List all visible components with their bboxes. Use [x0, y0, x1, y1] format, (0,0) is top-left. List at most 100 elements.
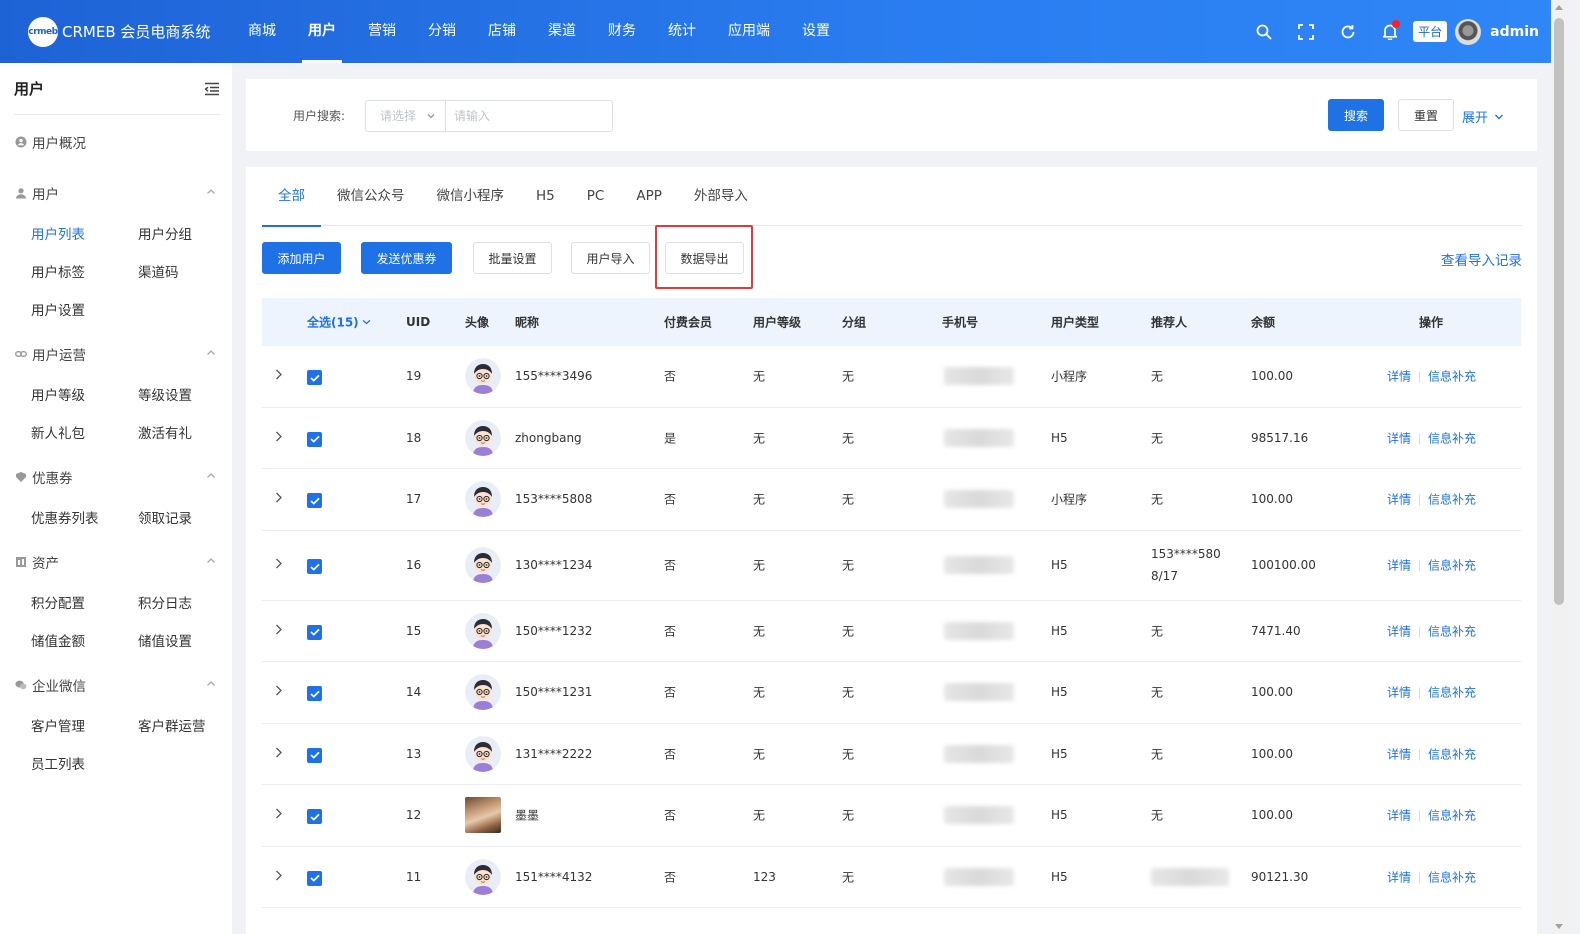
search-button[interactable]: 搜索 — [1328, 99, 1384, 131]
sidebar-item-3-2[interactable]: 储值金额 — [31, 623, 138, 661]
topnav-item-6[interactable]: 财务 — [592, 0, 652, 63]
sidebar-item-1-1[interactable]: 等级设置 — [138, 377, 245, 415]
topnav-item-4[interactable]: 店铺 — [472, 0, 532, 63]
detail-link[interactable]: 详情 — [1387, 493, 1411, 507]
chevron-right-icon[interactable] — [275, 808, 283, 823]
row-checkbox[interactable] — [307, 870, 322, 886]
chevron-right-icon[interactable] — [275, 369, 283, 384]
detail-link[interactable]: 详情 — [1387, 870, 1411, 884]
supplement-info-link[interactable]: 信息补充 — [1428, 559, 1476, 573]
detail-link[interactable]: 详情 — [1387, 624, 1411, 638]
avatar[interactable] — [465, 735, 501, 772]
tab-4[interactable]: PC — [571, 167, 621, 226]
sidebar-item-0-3[interactable]: 渠道码 — [138, 254, 245, 292]
sidebar-item-1-2[interactable]: 新人礼包 — [31, 415, 138, 453]
avatar[interactable] — [465, 612, 501, 649]
sidebar-item-3-1[interactable]: 积分日志 — [138, 585, 245, 623]
supplement-info-link[interactable]: 信息补充 — [1428, 493, 1476, 507]
tab-0[interactable]: 全部 — [262, 167, 321, 227]
view-import-records-link[interactable]: 查看导入记录 — [1441, 249, 1522, 269]
chevron-right-icon[interactable] — [275, 685, 283, 700]
sidebar-item-0-0[interactable]: 用户列表 — [31, 216, 138, 254]
table-row[interactable]: 15 150****1232 否 无 无 H5 无 7471.40 详情 信息补充 — [262, 601, 1521, 662]
tab-6[interactable]: 外部导入 — [678, 167, 764, 226]
admin-avatar[interactable] — [1455, 18, 1482, 45]
sidebar-group-3[interactable]: 资产 — [0, 538, 232, 585]
sidebar-item-4-0[interactable]: 客户管理 — [31, 708, 138, 746]
chevron-up-icon[interactable] — [206, 346, 216, 362]
brand-logo[interactable]: crmeb CRMEB 会员电商系统 — [0, 16, 232, 47]
topnav-item-9[interactable]: 设置 — [786, 0, 846, 63]
sidebar-item-0-1[interactable]: 用户分组 — [138, 216, 245, 254]
chevron-right-icon[interactable] — [275, 746, 283, 761]
chevron-right-icon[interactable] — [275, 558, 283, 573]
supplement-info-link[interactable]: 信息补充 — [1428, 809, 1476, 823]
supplement-info-link[interactable]: 信息补充 — [1428, 747, 1476, 761]
detail-link[interactable]: 详情 — [1387, 747, 1411, 761]
sidebar-group-0[interactable]: 用户 — [0, 169, 232, 216]
supplement-info-link[interactable]: 信息补充 — [1428, 624, 1476, 638]
chevron-up-icon[interactable] — [206, 554, 216, 570]
select-all-dropdown[interactable]: 全选(15) — [307, 314, 371, 331]
chevron-right-icon[interactable] — [275, 869, 283, 884]
chevron-up-icon[interactable] — [206, 677, 216, 693]
topnav-item-3[interactable]: 分销 — [412, 0, 472, 63]
row-checkbox[interactable] — [307, 370, 322, 386]
supplement-info-link[interactable]: 信息补充 — [1428, 370, 1476, 384]
topnav-item-8[interactable]: 应用端 — [712, 0, 786, 63]
expand-filters-link[interactable]: 展开 — [1462, 107, 1504, 126]
scroll-down-arrow[interactable] — [1555, 924, 1563, 929]
sidebar-item-1-3[interactable]: 激活有礼 — [138, 415, 245, 453]
row-checkbox[interactable] — [307, 624, 322, 640]
sidebar-item-overview[interactable]: 用户概况 — [0, 115, 232, 169]
row-checkbox[interactable] — [307, 747, 322, 763]
table-row[interactable]: 12 墨墨 否 无 无 H5 无 100.00 详情 信息补充 — [262, 785, 1521, 847]
topnav-item-5[interactable]: 渠道 — [532, 0, 592, 63]
avatar[interactable] — [465, 674, 501, 711]
sidebar-item-3-0[interactable]: 积分配置 — [31, 585, 138, 623]
topnav-item-2[interactable]: 营销 — [352, 0, 412, 63]
sidebar-item-1-0[interactable]: 用户等级 — [31, 377, 138, 415]
row-checkbox[interactable] — [307, 559, 322, 574]
bell-icon[interactable] — [1369, 12, 1411, 52]
add-user-button[interactable]: 添加用户 — [262, 242, 341, 274]
row-checkbox[interactable] — [307, 809, 322, 825]
sidebar-item-4-2[interactable]: 员工列表 — [31, 746, 138, 784]
page-scrollbar[interactable] — [1551, 0, 1568, 934]
refresh-icon[interactable] — [1327, 12, 1369, 52]
topnav-item-7[interactable]: 统计 — [652, 0, 712, 63]
fullscreen-icon[interactable] — [1285, 12, 1327, 52]
chevron-right-icon[interactable] — [275, 430, 283, 445]
avatar[interactable] — [465, 419, 501, 456]
sidebar-item-2-0[interactable]: 优惠券列表 — [31, 500, 138, 538]
tab-5[interactable]: APP — [620, 167, 678, 226]
sidebar-item-0-2[interactable]: 用户标签 — [31, 254, 138, 292]
topnav-item-1[interactable]: 用户 — [292, 0, 352, 63]
tab-3[interactable]: H5 — [520, 167, 571, 226]
table-row[interactable]: 18 zhongbang 是 无 无 H5 无 98517.16 详情 信息补充 — [262, 408, 1521, 469]
scroll-up-arrow[interactable] — [1555, 5, 1563, 10]
avatar[interactable] — [465, 358, 501, 395]
sidebar-item-3-3[interactable]: 储值设置 — [138, 623, 245, 661]
supplement-info-link[interactable]: 信息补充 — [1428, 870, 1476, 884]
topnav-item-0[interactable]: 商城 — [232, 0, 292, 63]
table-row[interactable]: 11 151****4132 否 123 无 H5 90121.30 详情 信息补充 — [262, 847, 1521, 908]
row-checkbox[interactable] — [307, 431, 322, 447]
chevron-right-icon[interactable] — [275, 492, 283, 507]
supplement-info-link[interactable]: 信息补充 — [1428, 686, 1476, 700]
avatar[interactable] — [465, 858, 501, 895]
chevron-up-icon[interactable] — [206, 185, 216, 201]
table-row[interactable]: 13 131****2222 否 无 无 H5 无 100.00 详情 信息补充 — [262, 724, 1521, 785]
search-input[interactable] — [445, 100, 613, 132]
detail-link[interactable]: 详情 — [1387, 686, 1411, 700]
avatar[interactable] — [465, 547, 501, 583]
chevron-right-icon[interactable] — [275, 623, 283, 638]
detail-link[interactable]: 详情 — [1387, 809, 1411, 823]
row-checkbox[interactable] — [307, 493, 322, 509]
reset-button[interactable]: 重置 — [1398, 99, 1454, 131]
tab-2[interactable]: 微信小程序 — [421, 167, 521, 226]
avatar[interactable] — [465, 481, 501, 518]
avatar[interactable] — [465, 797, 501, 834]
import-users-button[interactable]: 用户导入 — [571, 242, 650, 274]
scroll-thumb[interactable] — [1554, 18, 1564, 605]
